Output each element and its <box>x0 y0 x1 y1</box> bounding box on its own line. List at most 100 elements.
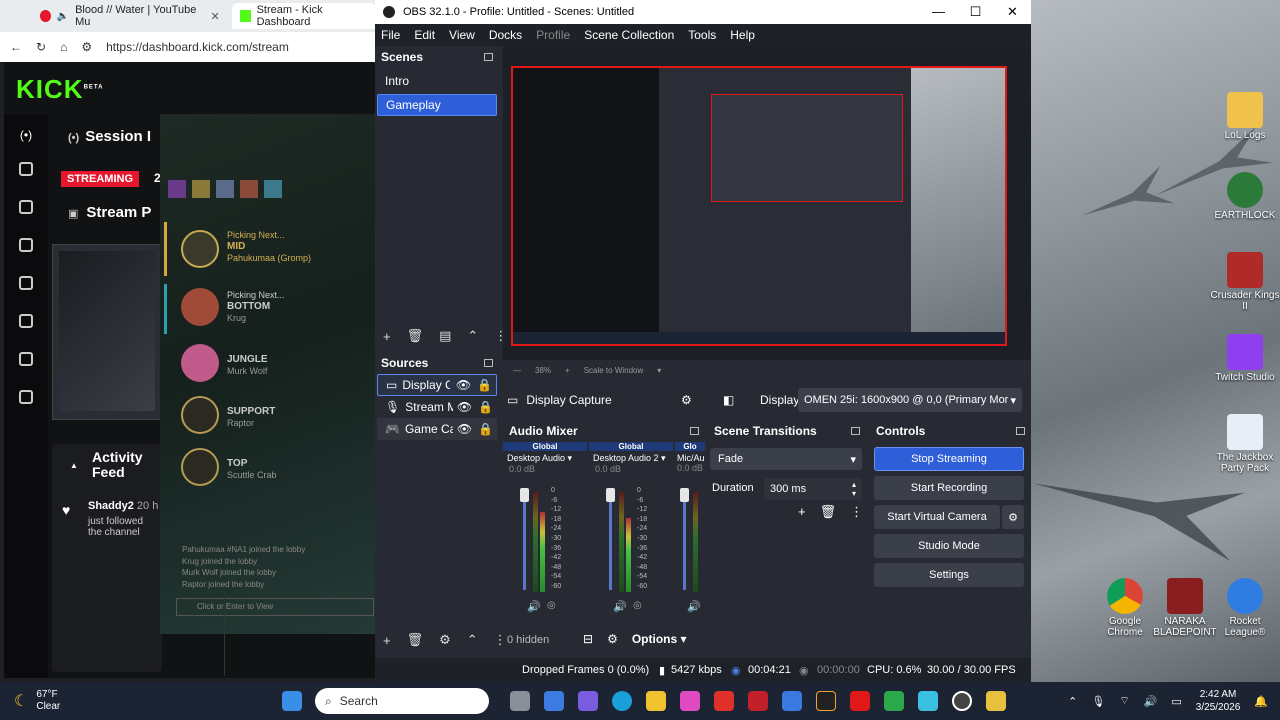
eye-icon[interactable]: 👁 <box>457 400 472 414</box>
layout-icon[interactable]: ⊟ <box>583 632 593 646</box>
upload-icon[interactable] <box>19 390 33 404</box>
display-select[interactable]: OMEN 25i: 1600x900 @ 0,0 (Primary Mor ▾ <box>798 388 1022 412</box>
desktop-icon-twitch-studio[interactable]: Twitch Studio <box>1210 334 1280 383</box>
menu-file[interactable]: File <box>381 28 400 42</box>
link-icon[interactable] <box>19 162 33 176</box>
studio-mode-button[interactable]: Studio Mode <box>874 534 1024 558</box>
channel-name[interactable]: Desktop Audio ▾ <box>503 453 587 464</box>
trash-icon[interactable]: 🗑 <box>407 328 424 344</box>
scene-gameplay[interactable]: Gameplay <box>377 94 497 116</box>
reload-icon[interactable]: ↻ <box>36 40 46 54</box>
source-stream-mic[interactable]: 🎙 Stream M 👁 🔒 <box>377 396 497 418</box>
back-icon[interactable]: ← <box>10 40 22 54</box>
stepper-icon[interactable]: ▴ ▾ <box>852 480 856 498</box>
teams-icon[interactable] <box>578 691 598 711</box>
lock-icon[interactable]: 🔒 <box>478 422 493 436</box>
clock[interactable]: 2:42 AM 3/25/2026 <box>1196 688 1241 714</box>
start-recording-button[interactable]: Start Recording <box>874 476 1024 500</box>
float-icon[interactable] <box>690 427 699 435</box>
add-icon[interactable]: + <box>798 504 806 520</box>
speaker-icon[interactable]: 🔊 <box>527 600 541 613</box>
menu-scene-collection[interactable]: Scene Collection <box>584 28 674 42</box>
zoom-out-icon[interactable]: — <box>513 366 521 375</box>
task-view-icon[interactable] <box>510 691 530 711</box>
menu-profile[interactable]: Profile <box>536 28 570 42</box>
trash-icon[interactable]: 🗑 <box>820 504 837 520</box>
store-icon[interactable] <box>544 691 564 711</box>
copilot-pro-icon[interactable] <box>918 691 938 711</box>
channel-name[interactable]: Desktop Audio 2 ▾ <box>589 453 673 464</box>
minimize-icon[interactable]: — <box>920 4 957 20</box>
source-game-capture[interactable]: 🎮 Game Cap 👁 🔒 <box>377 418 497 440</box>
volume-fader[interactable] <box>523 490 526 590</box>
preview-area[interactable]: — 38% + Scale to Window ▾ <box>503 46 1031 375</box>
copilot-icon[interactable] <box>680 691 700 711</box>
fader-knob[interactable] <box>520 488 529 502</box>
weather-widget[interactable]: ☾ 67°F Clear <box>14 689 264 713</box>
desktop-icon-jackbox[interactable]: The Jackbox Party Pack <box>1210 414 1280 474</box>
options-button[interactable]: Options ▾ <box>632 632 687 646</box>
virtual-camera-settings-button[interactable]: ⚙ <box>1002 505 1024 529</box>
users-icon[interactable] <box>19 352 33 366</box>
chevron-up-icon[interactable]: ⌃ <box>1068 695 1077 708</box>
menu-edit[interactable]: Edit <box>414 28 435 42</box>
transition-select[interactable]: Fade ▾ <box>710 448 862 470</box>
filter-icon[interactable]: ◧ <box>723 393 734 407</box>
chevron-down-icon[interactable]: ▾ <box>657 366 661 375</box>
amazon-icon[interactable] <box>816 691 836 711</box>
maximize-icon[interactable]: ☐ <box>957 4 994 20</box>
battery-icon[interactable]: ▭ <box>1171 695 1181 708</box>
home-icon[interactable]: ⌂ <box>60 40 67 54</box>
duration-input[interactable]: 300 ms ▴ ▾ <box>764 478 862 500</box>
shield-app-icon[interactable] <box>748 691 768 711</box>
volume-fader[interactable] <box>609 490 612 590</box>
fader-knob[interactable] <box>680 488 689 502</box>
move-up-icon[interactable]: ⌃ <box>467 328 478 344</box>
settings-button[interactable]: Settings <box>874 563 1024 587</box>
youtube-icon[interactable] <box>850 691 870 711</box>
volume-icon[interactable]: 🔊 <box>1144 695 1158 708</box>
lock-icon[interactable]: 🔒 <box>478 400 493 414</box>
move-up-icon[interactable]: ⌃ <box>467 632 478 648</box>
lock-icon[interactable]: 🔒 <box>477 378 492 392</box>
desktop-icon-earthlock[interactable]: EARTHLOCK <box>1210 172 1280 221</box>
close-icon[interactable]: ✕ <box>994 4 1031 20</box>
gear-icon[interactable]: ⚙ <box>681 393 692 407</box>
menu-docks[interactable]: Docks <box>489 28 522 42</box>
obs-taskbar-icon[interactable] <box>952 691 972 711</box>
site-info-icon[interactable]: ⚙ <box>81 40 92 54</box>
float-icon[interactable] <box>484 359 493 367</box>
channel-name[interactable]: Mic/Au <box>675 453 705 463</box>
zoom-in-icon[interactable]: + <box>565 366 570 375</box>
taskbar-search[interactable]: ⌕ Search <box>315 688 489 714</box>
close-tab-icon[interactable]: ✕ <box>210 10 219 23</box>
chat-input[interactable]: Click or Enter to View <box>176 598 374 616</box>
headphones-icon[interactable]: ◎ <box>547 600 556 611</box>
layout-icon[interactable] <box>19 200 33 214</box>
filter-icon[interactable]: ▤ <box>439 328 451 344</box>
settings-icon[interactable]: ⚙ <box>607 632 618 646</box>
media-icon[interactable] <box>19 276 33 290</box>
float-icon[interactable] <box>1016 427 1025 435</box>
browser-tab-youtube[interactable]: 🔈 Blood // Water | YouTube Mu ✕ <box>32 3 228 29</box>
trash-icon[interactable]: 🗑 <box>407 632 424 648</box>
wrench-icon[interactable] <box>19 314 33 328</box>
kick-taskbar-icon[interactable] <box>986 691 1006 711</box>
gear-icon[interactable]: ⚙ <box>439 632 451 648</box>
volume-fader[interactable] <box>683 490 686 590</box>
wifi-icon[interactable]: ⌔ <box>1119 694 1129 708</box>
menu-help[interactable]: Help <box>730 28 755 42</box>
speaker-icon[interactable]: 🔊 <box>613 600 627 613</box>
fader-knob[interactable] <box>606 488 615 502</box>
scene-intro[interactable]: Intro <box>377 70 497 92</box>
float-icon[interactable] <box>484 53 493 61</box>
url-field[interactable]: https://dashboard.kick.com/stream <box>106 40 289 54</box>
blue-app-icon[interactable] <box>782 691 802 711</box>
live-icon[interactable]: (•) <box>4 128 48 142</box>
add-icon[interactable]: + <box>383 329 391 344</box>
green-app-icon[interactable] <box>884 691 904 711</box>
more-icon[interactable]: ⋮ <box>850 504 863 520</box>
desktop-icon-lol-logs[interactable]: LoL Logs <box>1210 92 1280 141</box>
preview-canvas[interactable] <box>511 66 1007 346</box>
float-icon[interactable] <box>851 427 860 435</box>
